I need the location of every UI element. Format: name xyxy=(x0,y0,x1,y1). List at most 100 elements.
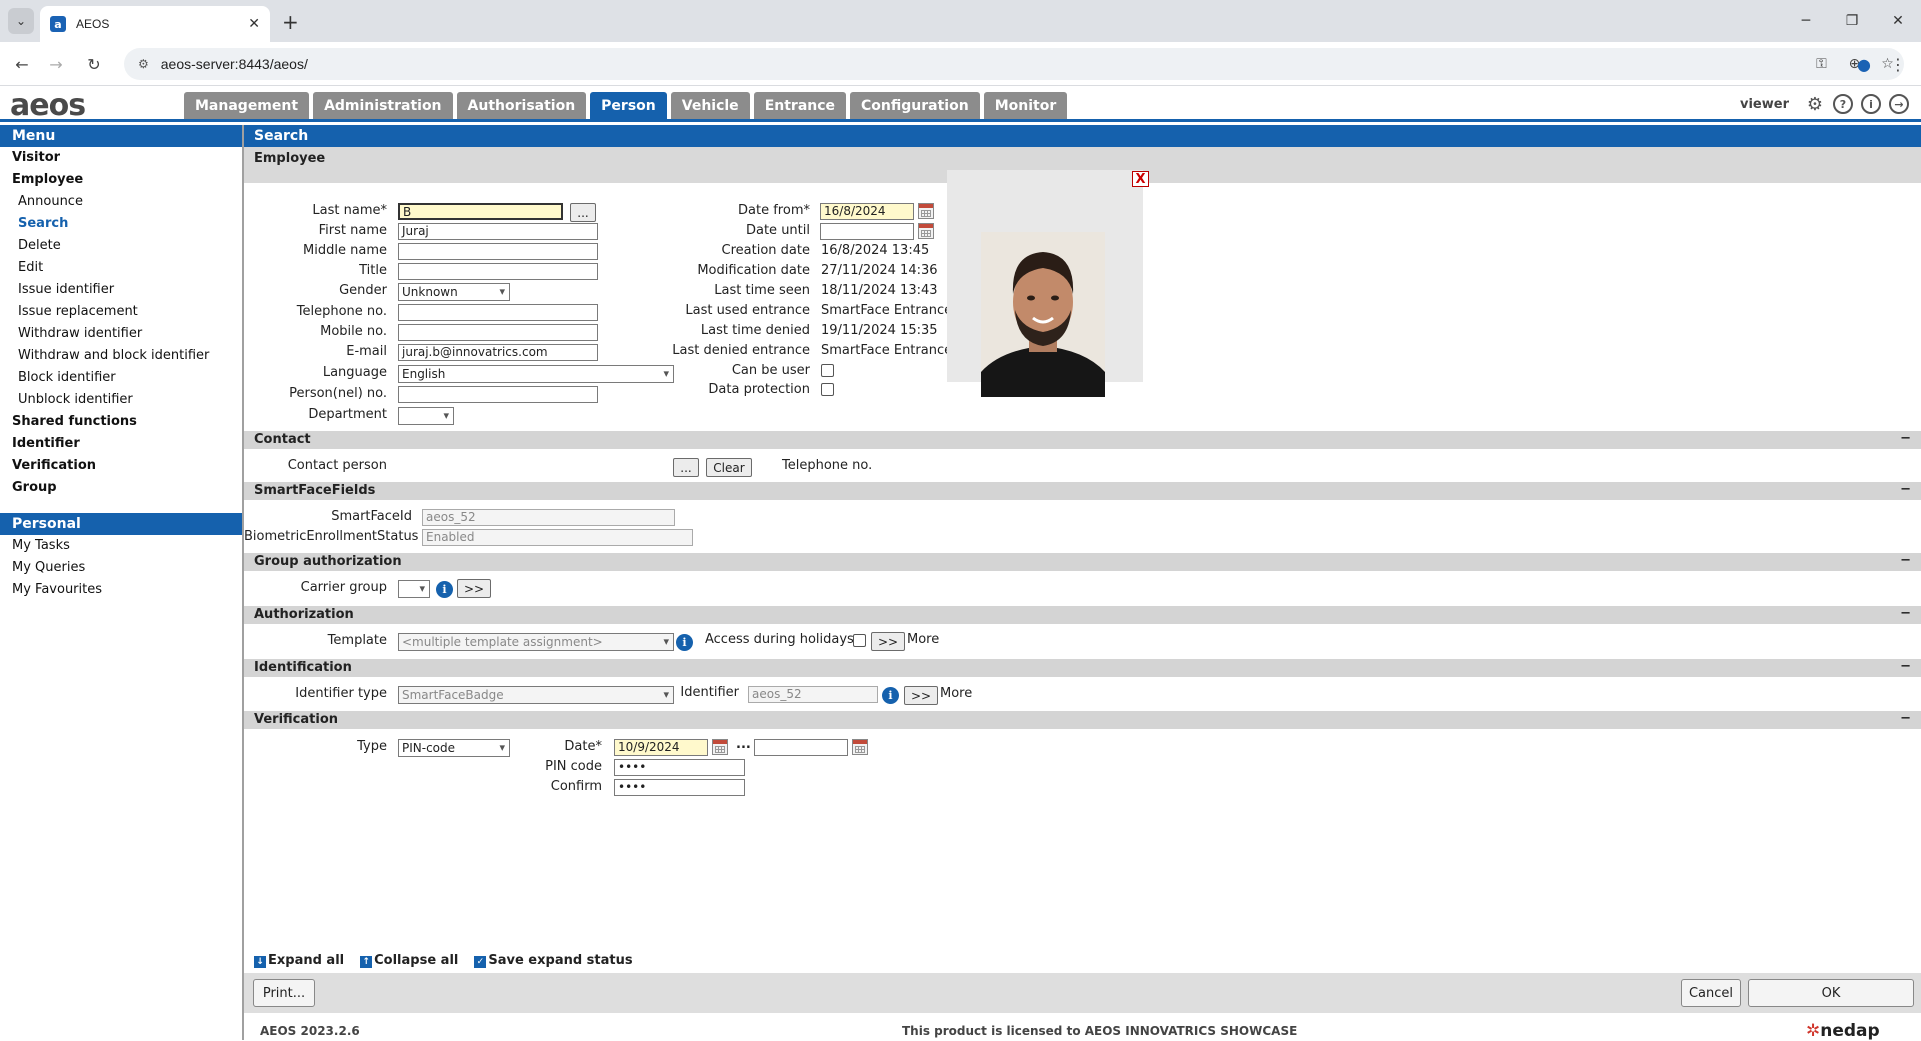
identifier-info-icon[interactable]: i xyxy=(882,687,899,704)
smartface-section-header[interactable]: SmartFaceFields − xyxy=(244,482,1921,500)
identifier-input[interactable]: aeos_52 xyxy=(748,686,878,703)
help-icon[interactable]: ? xyxy=(1833,94,1853,114)
logout-icon[interactable]: → xyxy=(1889,94,1909,114)
collapse-contact-icon[interactable]: − xyxy=(1900,431,1911,446)
url-text[interactable]: aeos-server:8443/aeos/ xyxy=(161,56,308,72)
collapse-all-control[interactable]: ↑ Collapse all xyxy=(360,953,458,968)
collapse-identification-icon[interactable]: − xyxy=(1900,659,1911,674)
telephone-input[interactable] xyxy=(398,304,598,321)
group-authorization-section-header[interactable]: Group authorization − xyxy=(244,553,1921,571)
tab-management[interactable]: Management xyxy=(184,92,310,119)
identifier-type-select[interactable]: SmartFaceBadge xyxy=(398,686,674,704)
menu-item-withdraw-block-identifier[interactable]: Withdraw and block identifier xyxy=(0,345,242,367)
carrier-group-more-button[interactable]: >> xyxy=(457,579,491,598)
gender-select[interactable]: Unknown xyxy=(398,283,510,301)
collapse-group-authorization-icon[interactable]: − xyxy=(1900,553,1911,568)
ok-button[interactable]: OK xyxy=(1748,979,1914,1007)
menu-item-edit[interactable]: Edit xyxy=(0,257,242,279)
contact-person-lookup-button[interactable]: ... xyxy=(673,458,699,477)
menu-item-issue-identifier[interactable]: Issue identifier xyxy=(0,279,242,301)
close-tab-icon[interactable]: ✕ xyxy=(248,16,260,32)
browser-menu-icon[interactable]: ⋮ xyxy=(1886,52,1910,76)
verification-date-end-input[interactable] xyxy=(754,739,848,756)
verification-section-header[interactable]: Verification − xyxy=(244,711,1921,729)
template-select[interactable]: <multiple template assignment> xyxy=(398,633,674,651)
identification-more-label[interactable]: More xyxy=(940,686,972,701)
menu-item-visitor[interactable]: Visitor xyxy=(0,147,242,169)
tab-monitor[interactable]: Monitor xyxy=(983,92,1068,119)
menu-item-block-identifier[interactable]: Block identifier xyxy=(0,367,242,389)
contact-person-clear-button[interactable]: Clear xyxy=(706,458,752,477)
browser-tab[interactable]: a AEOS ✕ xyxy=(40,6,270,42)
tab-vehicle[interactable]: Vehicle xyxy=(670,92,750,119)
carrier-group-select[interactable] xyxy=(398,580,430,598)
save-expand-status-control[interactable]: ✓ Save expand status xyxy=(474,953,633,968)
menu-item-delete[interactable]: Delete xyxy=(0,235,242,257)
remove-photo-button[interactable]: X xyxy=(1132,171,1149,187)
smartface-id-input[interactable]: aeos_52 xyxy=(422,509,675,526)
tab-configuration[interactable]: Configuration xyxy=(850,92,980,119)
date-until-calendar-icon[interactable] xyxy=(918,223,934,239)
menu-item-announce[interactable]: Announce xyxy=(0,191,242,213)
menu-item-my-queries[interactable]: My Queries xyxy=(0,557,242,579)
menu-item-my-tasks[interactable]: My Tasks xyxy=(0,535,242,557)
verification-date-calendar-icon[interactable] xyxy=(712,739,728,755)
password-key-icon[interactable]: ⚿ xyxy=(1805,56,1838,72)
verification-date-input[interactable]: 10/9/2024 xyxy=(614,739,708,756)
verification-date-end-calendar-icon[interactable] xyxy=(852,739,868,755)
first-name-input[interactable]: Juraj xyxy=(398,223,598,240)
biometric-status-input[interactable]: Enabled xyxy=(422,529,693,546)
identification-more-button[interactable]: >> xyxy=(904,686,938,705)
reload-icon[interactable]: ↻ xyxy=(82,52,106,76)
access-holidays-checkbox[interactable] xyxy=(853,634,866,647)
verification-type-select[interactable]: PIN-code xyxy=(398,739,510,757)
close-window-icon[interactable]: ✕ xyxy=(1875,0,1921,42)
expand-all-control[interactable]: ↓ Expand all xyxy=(254,953,344,968)
menu-item-identifier[interactable]: Identifier xyxy=(0,433,242,455)
contact-section-header[interactable]: Contact − xyxy=(244,431,1921,449)
print-button[interactable]: Print... xyxy=(253,979,315,1007)
menu-item-my-favourites[interactable]: My Favourites xyxy=(0,579,242,601)
cancel-button[interactable]: Cancel xyxy=(1681,979,1741,1007)
collapse-smartface-icon[interactable]: − xyxy=(1900,482,1911,497)
identification-section-header[interactable]: Identification − xyxy=(244,659,1921,677)
authorization-section-header[interactable]: Authorization − xyxy=(244,606,1921,624)
settings-gear-icon[interactable]: ⚙ xyxy=(1805,94,1825,115)
authorization-more-button[interactable]: >> xyxy=(871,632,905,651)
menu-item-employee[interactable]: Employee xyxy=(0,169,242,191)
tab-authorisation[interactable]: Authorisation xyxy=(456,92,587,119)
date-until-input[interactable] xyxy=(820,223,914,240)
department-select[interactable] xyxy=(398,407,454,425)
menu-item-group[interactable]: Group xyxy=(0,477,242,499)
confirm-pin-input[interactable]: •••• xyxy=(614,779,745,796)
tab-entrance[interactable]: Entrance xyxy=(753,92,847,119)
can-be-user-checkbox[interactable] xyxy=(821,364,834,377)
email-input[interactable]: juraj.b@innovatrics.com xyxy=(398,344,598,361)
carrier-group-info-icon[interactable]: i xyxy=(436,581,453,598)
menu-item-shared-functions[interactable]: Shared functions xyxy=(0,411,242,433)
menu-item-issue-replacement[interactable]: Issue replacement xyxy=(0,301,242,323)
template-info-icon[interactable]: i xyxy=(676,634,693,651)
menu-item-unblock-identifier[interactable]: Unblock identifier xyxy=(0,389,242,411)
menu-item-verification[interactable]: Verification xyxy=(0,455,242,477)
new-tab-icon[interactable]: + xyxy=(282,10,299,34)
language-select[interactable]: English xyxy=(398,365,674,383)
last-name-lookup-button[interactable]: ... xyxy=(570,203,596,222)
info-icon[interactable]: i xyxy=(1861,94,1881,114)
personnel-no-input[interactable] xyxy=(398,386,598,403)
menu-item-withdraw-identifier[interactable]: Withdraw identifier xyxy=(0,323,242,345)
profile-icon[interactable]: ● xyxy=(1852,52,1876,76)
forward-icon[interactable]: → xyxy=(44,52,68,76)
tab-administration[interactable]: Administration xyxy=(313,92,453,119)
date-from-input[interactable]: 16/8/2024 xyxy=(820,203,914,220)
collapse-verification-icon[interactable]: − xyxy=(1900,711,1911,726)
tab-search-button[interactable]: ⌄ xyxy=(8,8,34,34)
menu-item-search[interactable]: Search xyxy=(0,213,242,235)
back-icon[interactable]: ← xyxy=(10,52,34,76)
last-name-input[interactable]: B xyxy=(398,203,563,220)
site-info-icon[interactable]: ⚙ xyxy=(138,57,149,71)
collapse-authorization-icon[interactable]: − xyxy=(1900,606,1911,621)
middle-name-input[interactable] xyxy=(398,243,598,260)
title-input[interactable] xyxy=(398,263,598,280)
address-bar[interactable]: ⚙ aeos-server:8443/aeos/ ⚿ ⊕ ☆ xyxy=(124,48,1904,80)
